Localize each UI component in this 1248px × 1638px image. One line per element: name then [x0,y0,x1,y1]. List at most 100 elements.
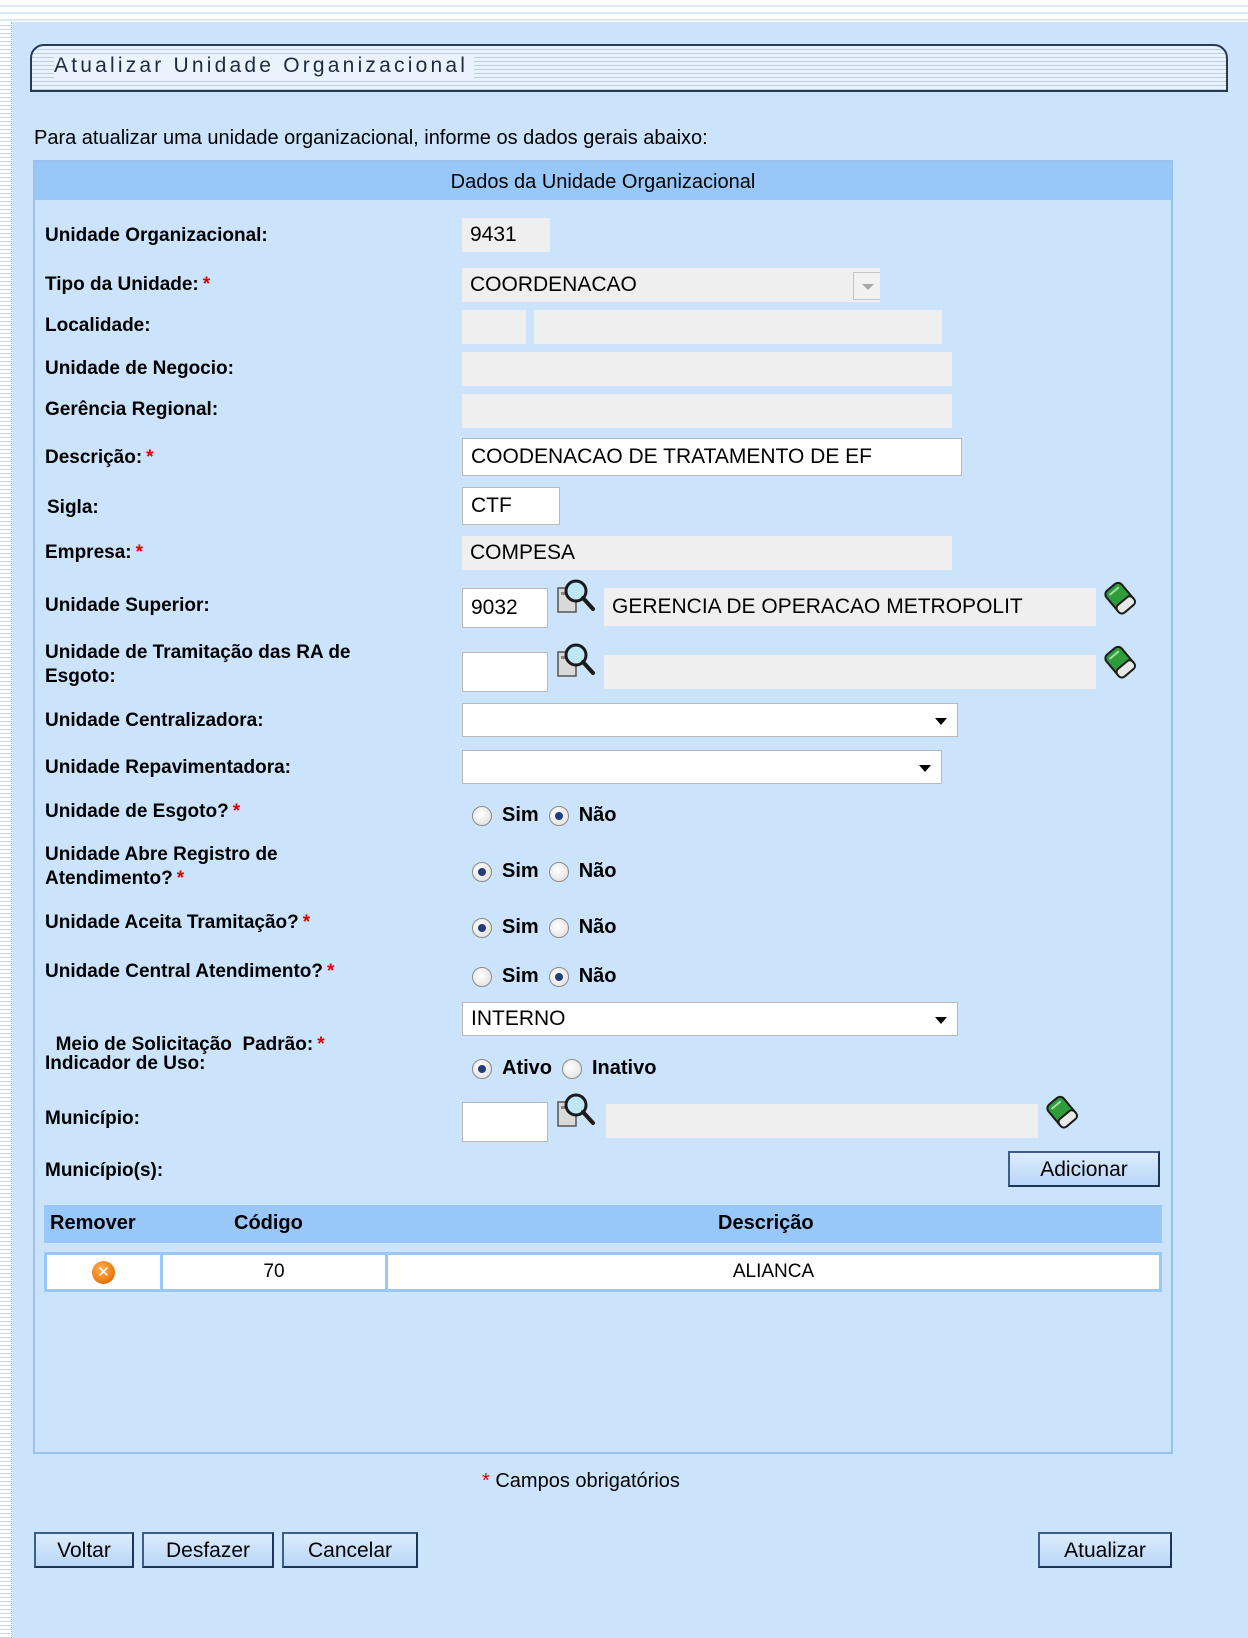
label-unidade-central-atendimento: Unidade Central Atendimento? * [45,960,334,984]
magnifier-lookup-icon[interactable] [556,640,596,680]
label-localidade: Localidade: [45,314,151,338]
intro-text: Para atualizar uma unidade organizaciona… [34,127,708,149]
label-unidade-centralizadora: Unidade Centralizadora: [45,709,264,733]
unidade-aceita-tramitacao-radio-group: Sim Não [472,916,626,939]
unidade-abre-registro-radio-group: Sim Não [472,860,626,883]
unidade-tramitacao-code-input[interactable] [462,652,548,692]
remover-cell: ✕ [47,1255,160,1289]
label-text: Unidade Organizacional: [45,225,268,246]
voltar-button[interactable]: Voltar [34,1532,134,1568]
label-text: Unidade de Tramitação das RA de [45,642,351,663]
required-fields-note: * Campos obrigatórios [482,1470,680,1493]
radio-label: Sim [502,965,539,987]
chevron-down-icon [935,1017,947,1024]
left-edge [0,22,12,1638]
radio-label: Não [578,804,617,826]
radio-nao[interactable] [548,805,569,826]
radio-label: Não [578,965,617,987]
adicionar-button[interactable]: Adicionar [1008,1151,1160,1187]
radio-nao[interactable] [548,917,569,938]
label-unidade-abre-registro: Unidade Abre Registro de Atendimento? * [45,843,278,891]
radio-label: Sim [502,860,539,882]
magnifier-lookup-icon[interactable] [556,576,596,616]
radio-ativo[interactable] [472,1058,492,1079]
label-sigla: Sigla: [47,496,99,520]
label-gerencia-regional: Gerência Regional: [45,398,218,422]
table-row: ✕ 70 ALIANCA [44,1252,1162,1292]
label-meio-solicitacao: Meio de Solicitação Padrão: * [45,1009,325,1057]
chevron-down-icon [853,272,880,300]
radio-label: Não [578,916,617,938]
label-text: Unidade de Negocio: [45,358,234,379]
required-marker: * [176,868,185,889]
label-text: Empresa: [45,542,132,563]
radio-sim[interactable] [472,966,492,987]
eraser-icon[interactable] [1102,580,1138,616]
label-text: Gerência Regional: [45,399,219,420]
section-header: Dados da Unidade Organizacional [35,162,1171,200]
municipio-code-input[interactable] [462,1102,548,1142]
atualizar-button[interactable]: Atualizar [1038,1532,1172,1568]
required-marker: * [232,801,241,822]
label-empresa: Empresa: * [45,541,143,565]
unidade-negocio-field [462,352,952,386]
label-unidade-organizacional: Unidade Organizacional: [45,224,268,248]
radio-inativo[interactable] [562,1058,582,1079]
eraser-icon[interactable] [1102,644,1138,680]
label-text: Unidade de Esgoto? [45,801,229,822]
unidade-central-atendimento-radio-group: Sim Não [472,965,626,988]
title-bar: Atualizar Unidade Organizacional [30,44,1228,92]
required-marker: * [302,912,311,933]
unidade-organizacional-field: 9431 [462,218,550,252]
tipo-unidade-select: COORDENACAO [462,268,880,302]
column-header-codigo: Código [234,1212,303,1234]
label-text: Unidade Aceita Tramitação? [45,912,299,933]
descricao-input[interactable]: COODENACAO DE TRATAMENTO DE EF [462,438,962,476]
radio-nao[interactable] [548,861,569,882]
required-marker: * [146,447,154,468]
municipio-name-field [606,1104,1038,1138]
radio-label: Não [578,860,617,882]
label-unidade-negocio: Unidade de Negocio: [45,357,234,381]
column-header-descricao: Descrição [718,1212,814,1234]
label-unidade-tramitacao: Unidade de Tramitação das RA de Esgoto: [45,641,351,689]
radio-sim[interactable] [472,917,492,938]
label-municipios: Município(s): [45,1159,163,1183]
sigla-input[interactable]: CTF [462,487,560,525]
meio-solicitacao-select[interactable]: INTERNO [462,1002,958,1036]
label-text: Indicador de Uso: [45,1053,206,1074]
label-text: Unidade Central Atendimento? [45,961,323,982]
required-marker: * [202,274,211,295]
label-text: Sigla: [47,497,99,518]
unidade-repavimentadora-select[interactable] [462,750,942,784]
cancelar-button[interactable]: Cancelar [282,1532,418,1568]
label-text: Localidade: [45,315,151,336]
unidade-centralizadora-select[interactable] [462,703,958,737]
codigo-cell: 70 [263,1261,285,1282]
label-unidade-superior: Unidade Superior: [45,594,210,618]
tipo-unidade-value: COORDENACAO [470,273,637,296]
required-marker: * [482,1470,490,1492]
required-marker: * [135,542,144,563]
radio-sim[interactable] [472,861,492,882]
radio-sim[interactable] [472,805,492,826]
radio-label: Inativo [592,1057,657,1079]
label-descricao: Descrição: * [45,446,154,470]
label-text: Unidade Superior: [45,595,210,616]
desfazer-button[interactable]: Desfazer [142,1532,274,1568]
label-indicador-uso: Indicador de Uso: [45,1052,205,1076]
magnifier-lookup-icon[interactable] [556,1090,596,1130]
radio-nao[interactable] [548,966,569,987]
municipios-table-header: Remover Código Descrição [44,1205,1162,1243]
unidade-esgoto-radio-group: Sim Não [472,804,626,827]
empresa-field: COMPESA [462,536,952,570]
unidade-superior-name-field: GERENCIA DE OPERACAO METROPOLIT [604,588,1096,626]
label-unidade-esgoto: Unidade de Esgoto? * [45,800,240,824]
label-text: Esgoto: [45,666,116,687]
eraser-icon[interactable] [1044,1094,1080,1130]
unidade-superior-code-input[interactable]: 9032 [462,588,548,628]
label-text: Descrição: [45,447,143,468]
remove-x-icon[interactable]: ✕ [92,1261,115,1284]
label-text: Atendimento? [45,868,173,889]
select-value: INTERNO [471,1007,566,1030]
